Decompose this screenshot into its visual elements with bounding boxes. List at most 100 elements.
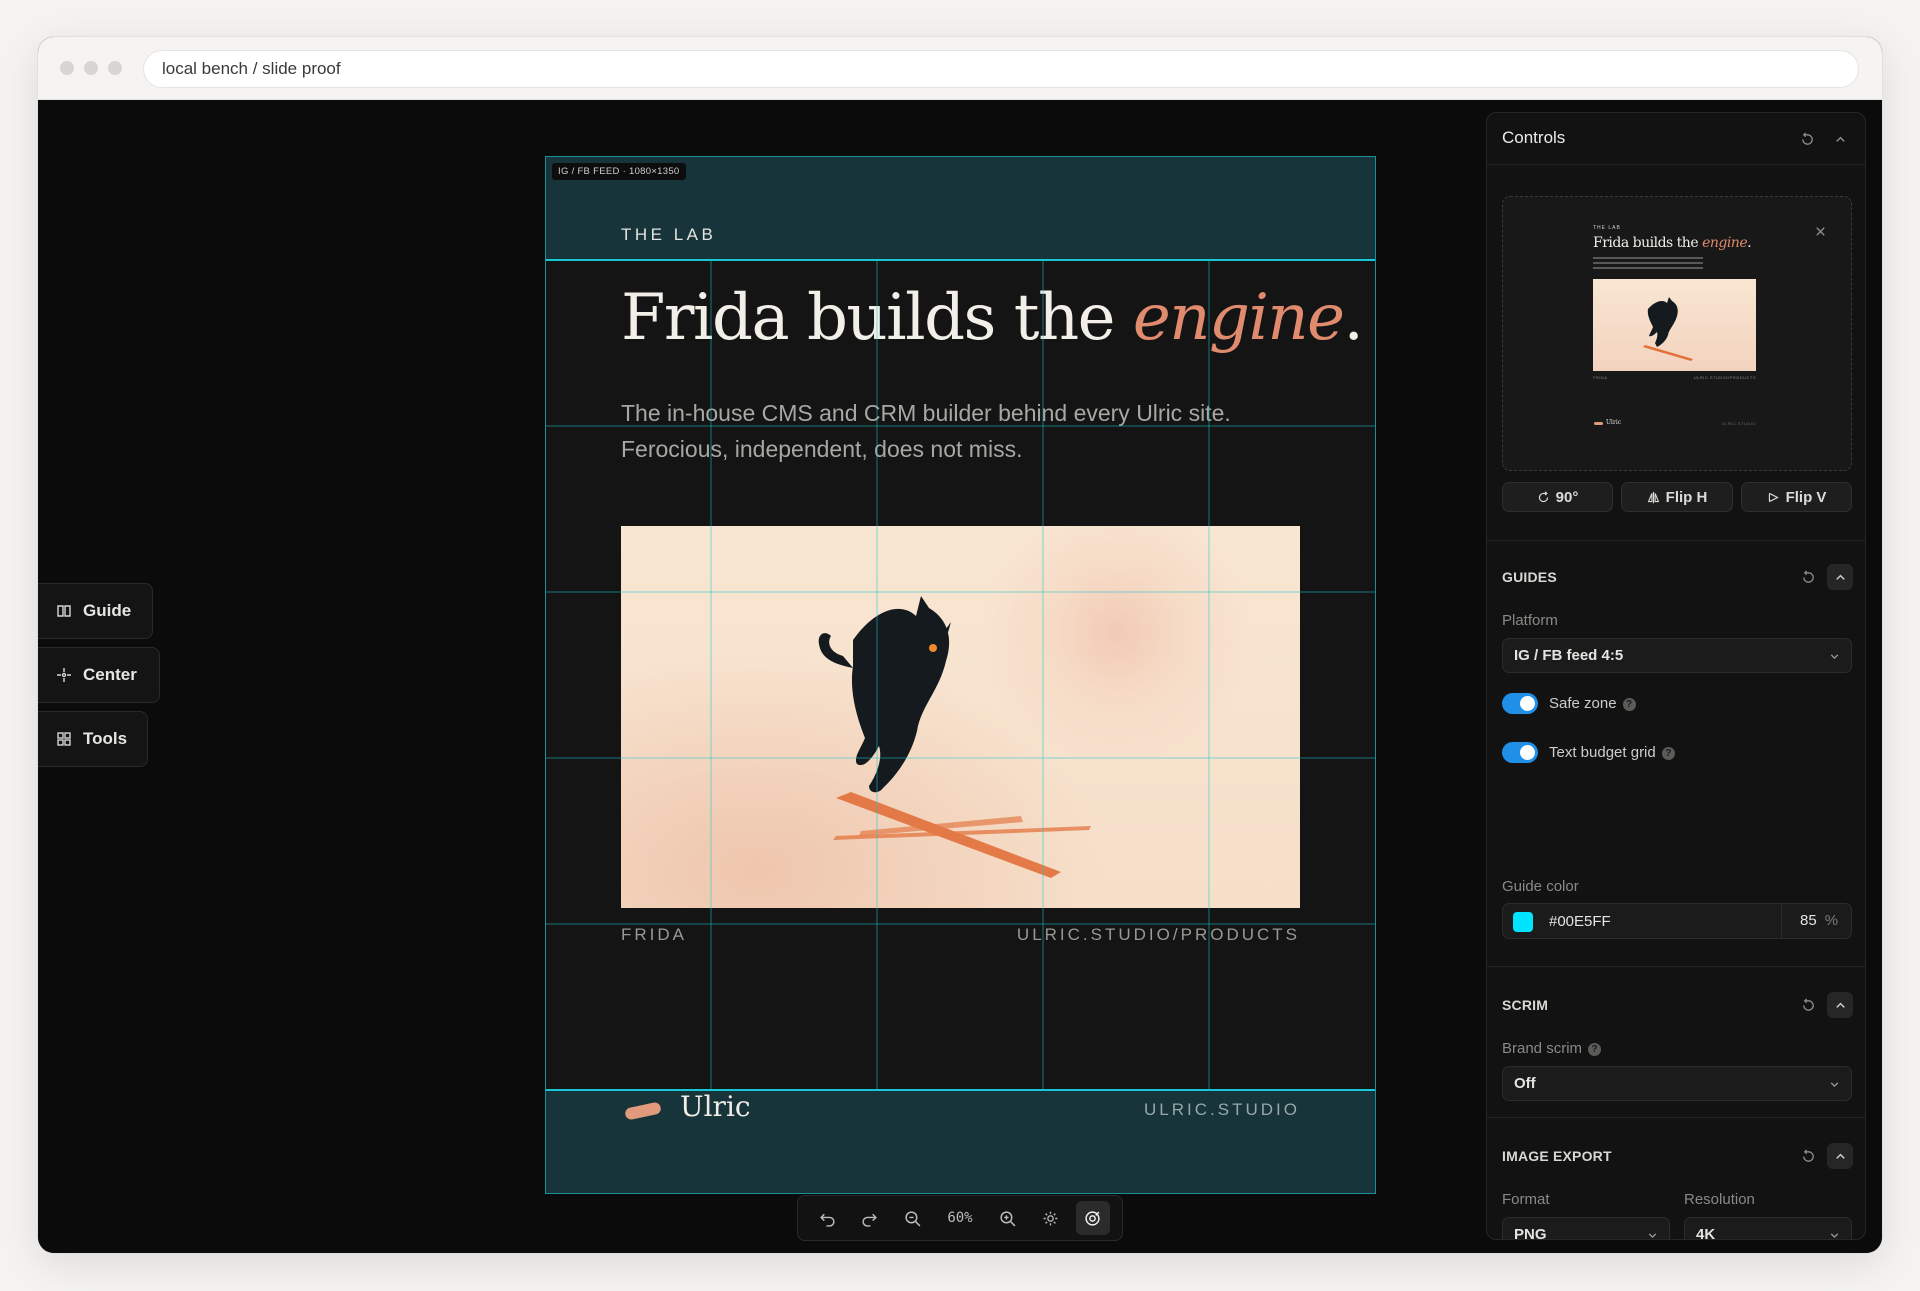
zoom-in-button[interactable] bbox=[991, 1201, 1025, 1235]
chevron-down-icon bbox=[1830, 1233, 1839, 1239]
chevron-up-icon bbox=[1835, 1153, 1845, 1159]
tools-button[interactable]: Tools bbox=[38, 711, 148, 767]
thumb-hero bbox=[1593, 279, 1756, 371]
ulric-logo-mark bbox=[624, 1101, 662, 1121]
text-budget-grid-label: Text budget grid? bbox=[1549, 744, 1675, 761]
guide-opacity-input[interactable]: 85% bbox=[1781, 904, 1851, 938]
rotate-icon bbox=[1538, 490, 1548, 502]
editor-stage: Guide Center Tools IG / FB FEED · 1080×1… bbox=[38, 100, 1882, 1253]
window-close-dot[interactable] bbox=[60, 61, 74, 75]
resolution-select[interactable]: 4K bbox=[1684, 1217, 1852, 1240]
rotate-90-button[interactable]: 90° bbox=[1502, 482, 1613, 512]
thumb-logo-mark bbox=[1594, 422, 1603, 425]
divider bbox=[1487, 1117, 1865, 1118]
format-label: Format bbox=[1502, 1191, 1550, 1208]
collapse-panel-button[interactable] bbox=[1827, 126, 1853, 152]
flip-h-button[interactable]: Flip H bbox=[1621, 482, 1733, 512]
undo-button[interactable] bbox=[810, 1201, 844, 1235]
rotate-90-label: 90° bbox=[1555, 488, 1579, 506]
target-icon bbox=[1085, 1210, 1100, 1226]
safe-zone-label: Safe zone? bbox=[1549, 695, 1636, 712]
center-button[interactable]: Center bbox=[38, 647, 160, 703]
address-bar[interactable]: local bench / slide proof bbox=[143, 50, 1859, 88]
title-bar: local bench / slide proof bbox=[38, 37, 1882, 100]
platform-badge: IG / FB FEED · 1080×1350 bbox=[552, 163, 686, 180]
headline-accent: engine bbox=[1132, 281, 1345, 355]
platform-label: Platform bbox=[1502, 612, 1558, 629]
reset-icon bbox=[1802, 997, 1814, 1011]
format-select-value: PNG bbox=[1514, 1226, 1547, 1240]
guides-collapse-button[interactable] bbox=[1827, 564, 1853, 590]
flip-v-label: Flip V bbox=[1785, 488, 1827, 506]
zoom-out-icon bbox=[905, 1210, 921, 1226]
platform-select-value: IG / FB feed 4:5 bbox=[1514, 647, 1624, 664]
slide-kicker: THE LAB bbox=[621, 225, 717, 244]
canvas-toolbar: 60% bbox=[797, 1195, 1123, 1241]
flip-h-label: Flip H bbox=[1665, 488, 1708, 506]
export-section-title: IMAGE EXPORT bbox=[1502, 1148, 1612, 1164]
format-select[interactable]: PNG bbox=[1502, 1217, 1670, 1240]
platform-select[interactable]: IG / FB feed 4:5 bbox=[1502, 638, 1852, 673]
zoom-level[interactable]: 60% bbox=[938, 1201, 982, 1235]
guides-reset-button[interactable] bbox=[1795, 564, 1821, 590]
brand-scrim-label: Brand scrim? bbox=[1502, 1040, 1602, 1057]
target-button[interactable] bbox=[1075, 1201, 1110, 1235]
resolution-select-value: 4K bbox=[1696, 1226, 1716, 1240]
divider bbox=[1487, 540, 1865, 541]
controls-panel: Controls THE LAB Frida builds the engine… bbox=[1486, 112, 1866, 1240]
book-icon bbox=[57, 605, 71, 617]
slide-footer-left: FRIDA bbox=[621, 925, 687, 944]
chevron-down-icon bbox=[1830, 654, 1839, 660]
text-budget-grid-toggle[interactable] bbox=[1502, 742, 1538, 763]
guide-color-label: Guide color bbox=[1502, 878, 1579, 895]
slide-dek: The in-house CMS and CRM builder behind … bbox=[621, 400, 1231, 462]
slide-footer-right: ULRIC.STUDIO/PRODUCTS bbox=[1016, 925, 1300, 944]
thumb-kicker: THE LAB bbox=[1593, 225, 1621, 231]
help-icon: ? bbox=[1622, 698, 1636, 711]
reset-all-button[interactable] bbox=[1794, 126, 1820, 152]
chevron-down-icon bbox=[1830, 1082, 1839, 1088]
guides-section-title: GUIDES bbox=[1502, 569, 1557, 585]
guide-button-label: Guide bbox=[83, 601, 132, 620]
guide-color-swatch[interactable] bbox=[1513, 912, 1533, 932]
thumb-headline: Frida builds the engine. bbox=[1593, 235, 1752, 251]
chevron-up-icon bbox=[1835, 1002, 1845, 1008]
center-button-label: Center bbox=[83, 665, 137, 684]
chevron-up-icon bbox=[1835, 574, 1845, 580]
brand-name: Ulric bbox=[680, 1090, 751, 1123]
export-collapse-button[interactable] bbox=[1827, 1143, 1853, 1169]
reset-icon bbox=[1802, 569, 1814, 583]
safe-zone-toggle[interactable] bbox=[1502, 693, 1538, 714]
flip-v-button[interactable]: Flip V bbox=[1741, 482, 1852, 512]
export-reset-button[interactable] bbox=[1795, 1143, 1821, 1169]
zoom-out-button[interactable] bbox=[895, 1201, 929, 1235]
reset-icon bbox=[1802, 1148, 1814, 1162]
guide-button[interactable]: Guide bbox=[38, 583, 153, 639]
reset-icon bbox=[1801, 131, 1813, 145]
thumb-footer-left: FRIDA bbox=[1593, 375, 1608, 380]
slide-canvas[interactable]: IG / FB FEED · 1080×1350 THE LAB Frida b… bbox=[545, 156, 1376, 1194]
flip-horizontal-icon bbox=[1647, 491, 1659, 503]
help-icon: ? bbox=[1661, 747, 1675, 760]
brand-scrim-select[interactable]: Off bbox=[1502, 1066, 1852, 1101]
guide-color-hex[interactable]: #00E5FF bbox=[1549, 913, 1611, 930]
thumb-brand-name: Ulric bbox=[1606, 419, 1622, 426]
slide-thumbnail[interactable]: THE LAB Frida builds the engine. FRIDA U… bbox=[1502, 196, 1852, 471]
resolution-label: Resolution bbox=[1684, 1191, 1755, 1208]
chevron-up-icon bbox=[1835, 136, 1845, 142]
brightness-button[interactable] bbox=[1033, 1201, 1067, 1235]
brand-url: ULRIC.STUDIO bbox=[1144, 1100, 1300, 1119]
thumbnail-close-button[interactable] bbox=[1807, 218, 1833, 244]
window-minimize-dot[interactable] bbox=[84, 61, 98, 75]
thumb-dek bbox=[1593, 257, 1703, 271]
redo-icon bbox=[862, 1213, 878, 1227]
help-icon: ? bbox=[1588, 1043, 1602, 1056]
window-zoom-dot[interactable] bbox=[108, 61, 122, 75]
scrim-reset-button[interactable] bbox=[1795, 992, 1821, 1018]
redo-button[interactable] bbox=[853, 1201, 887, 1235]
guide-color-field[interactable]: #00E5FF 85% bbox=[1502, 903, 1852, 939]
undo-icon bbox=[819, 1213, 835, 1227]
scrim-collapse-button[interactable] bbox=[1827, 992, 1853, 1018]
brand-scrim-value: Off bbox=[1514, 1075, 1536, 1092]
tools-button-label: Tools bbox=[83, 729, 128, 748]
